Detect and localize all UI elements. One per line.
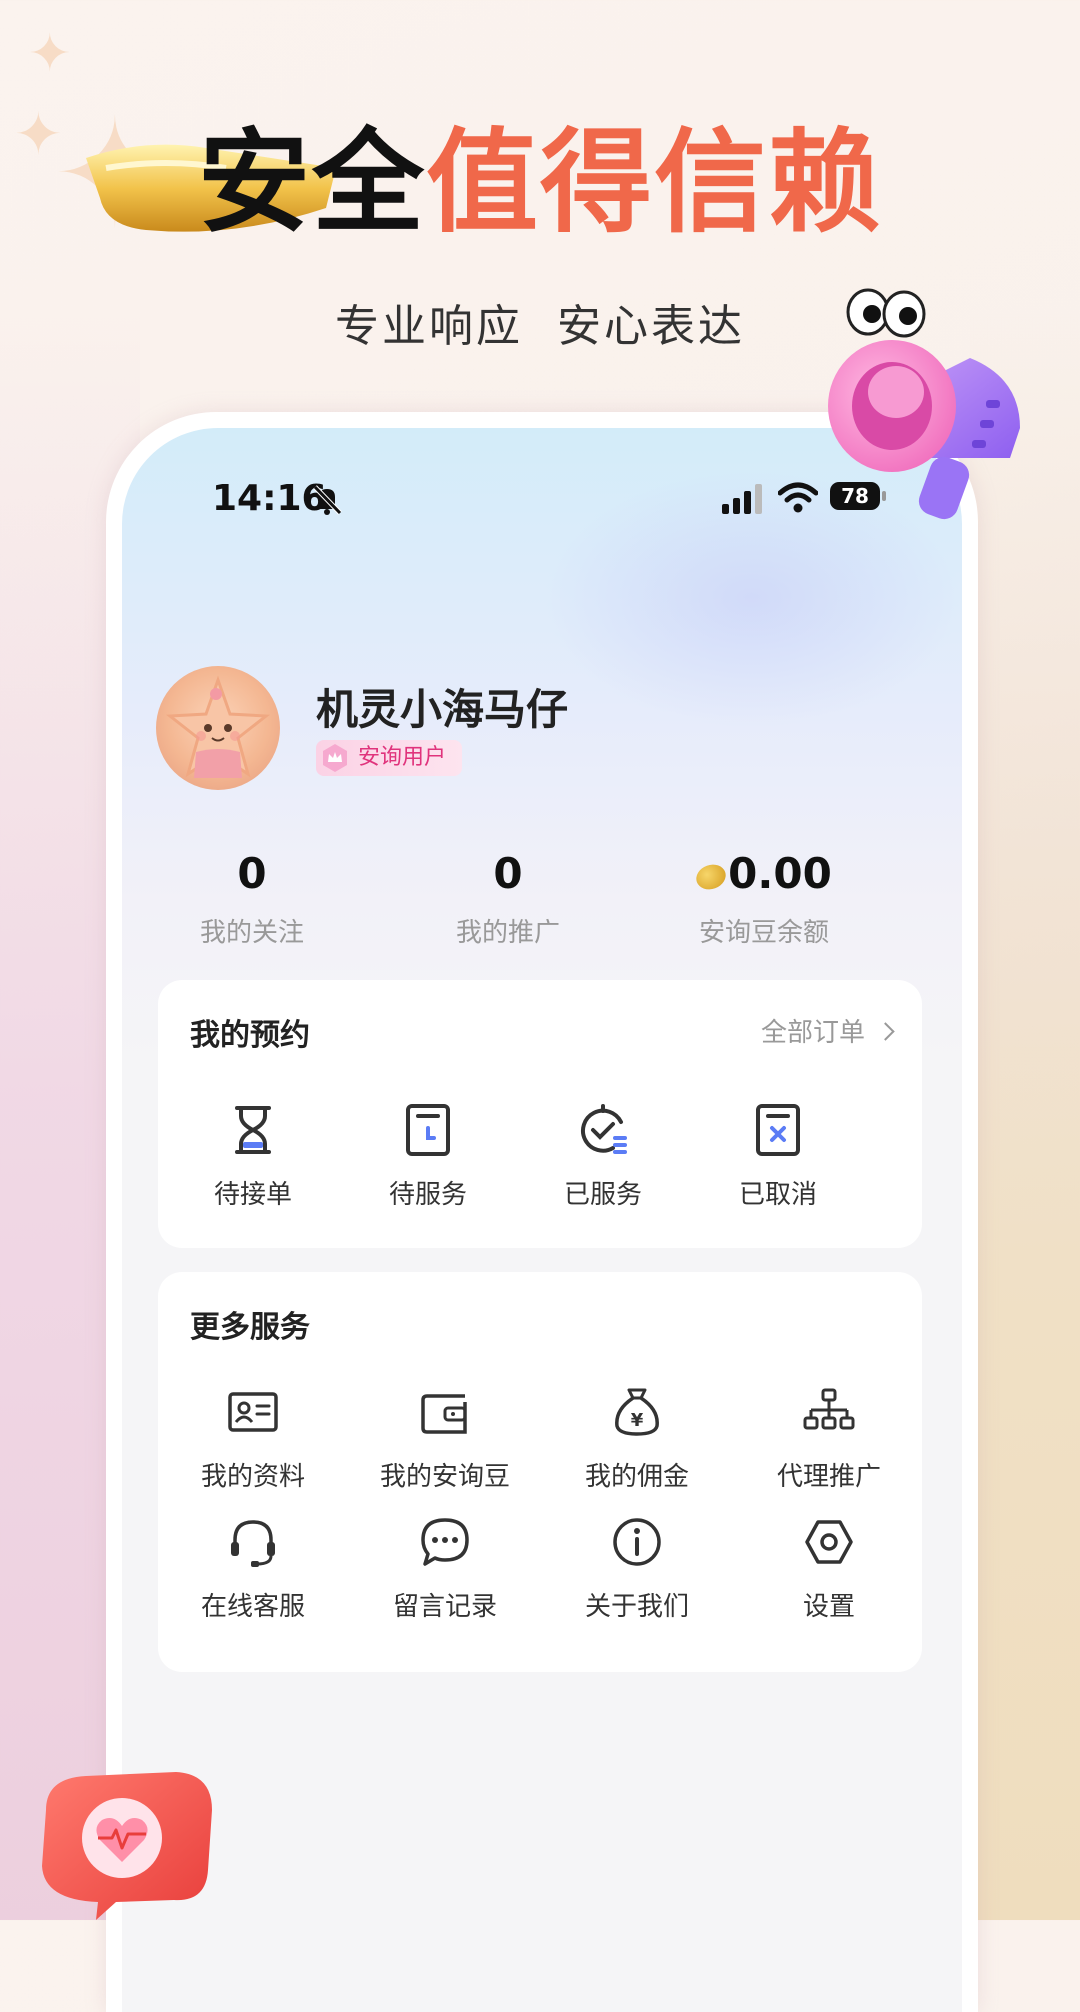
hourglass-icon (235, 1106, 271, 1154)
grid-label: 在线客服 (200, 1592, 305, 1622)
service-message-records[interactable]: 留言记录 (350, 1514, 540, 1623)
appointment-pending-accept[interactable]: 待接单 (158, 1102, 348, 1211)
headset-icon (231, 1520, 275, 1567)
service-online-support[interactable]: 在线客服 (158, 1514, 348, 1623)
stat-bean-balance[interactable]: 0.00 安询豆余额 (634, 848, 894, 949)
service-my-beans[interactable]: 我的安询豆 (350, 1384, 540, 1493)
chat-bubble-icon (421, 1518, 469, 1566)
stat-value: 0 (237, 849, 267, 898)
grid-label: 关于我们 (584, 1592, 689, 1622)
appointment-served[interactable]: 已服务 (508, 1102, 698, 1211)
pending-clipboard-icon (406, 1104, 450, 1156)
org-chart-icon (803, 1388, 855, 1430)
sparkle-icon: ✦ (28, 24, 72, 84)
appointments-title: 我的预约 (190, 1018, 310, 1053)
avatar[interactable] (156, 666, 280, 790)
crown-icon (323, 744, 347, 772)
appointment-cancelled[interactable]: 已取消 (683, 1102, 873, 1211)
username: 机灵小海马仔 (316, 685, 569, 734)
appointments-card: 我的预约 全部订单 待接单 待服务 已服务 已取消 (158, 980, 922, 1248)
money-bag-icon: ¥ (615, 1388, 659, 1436)
stat-following[interactable]: 0 我的关注 (122, 848, 382, 949)
service-my-profile[interactable]: 我的资料 (158, 1384, 348, 1493)
grid-label: 我的安询豆 (379, 1462, 510, 1492)
phone-mockup: 14:16 78 机灵小海马仔 安询用户 0 我的关注 0 我的推广 0.00 … (106, 412, 978, 2012)
svg-text:¥: ¥ (631, 1410, 644, 1431)
headline-orange-text: 值得信赖 (426, 118, 882, 248)
gold-bean-icon (692, 860, 730, 893)
promo-headline: 安全值得信赖 (0, 118, 1080, 248)
app-screen: 14:16 78 机灵小海马仔 安询用户 0 我的关注 0 我的推广 0.00 … (122, 428, 962, 2012)
badge-label: 安询用户 (358, 745, 447, 770)
stat-label: 我的关注 (199, 918, 304, 948)
service-agent-promotion[interactable]: 代理推广 (734, 1384, 924, 1493)
settings-hexagon-icon (805, 1520, 853, 1564)
muted-bell-icon (313, 485, 342, 515)
more-services-card: 更多服务 我的资料 我的安询豆 ¥ 我的佣金 代理推广 在线客服 留言记录 关于… (158, 1272, 922, 1672)
service-settings[interactable]: 设置 (734, 1514, 924, 1623)
grid-label: 待接单 (213, 1180, 292, 1210)
stat-promotion[interactable]: 0 我的推广 (378, 848, 638, 949)
grid-label: 待服务 (388, 1180, 467, 1210)
grid-label: 已服务 (563, 1180, 642, 1210)
wifi-icon (778, 482, 818, 513)
grid-label: 代理推广 (776, 1462, 881, 1492)
grid-label: 已取消 (738, 1180, 817, 1210)
service-about-us[interactable]: 关于我们 (542, 1514, 732, 1623)
heart-chat-bubble-icon (42, 1772, 212, 1920)
all-orders-link[interactable]: 全部订单 (761, 1012, 895, 1049)
megaphone-mascot-icon (828, 288, 1020, 520)
stat-value: 0 (493, 849, 523, 898)
headline-black-text: 安全 (198, 118, 426, 248)
cancelled-clipboard-icon (756, 1104, 800, 1156)
stat-value: 0.00 (728, 849, 832, 898)
chevron-right-icon (876, 1022, 895, 1041)
grid-label: 我的资料 (200, 1462, 305, 1492)
stat-label: 安询豆余额 (698, 918, 829, 948)
signal-icon (722, 484, 762, 514)
stat-label: 我的推广 (455, 918, 560, 948)
grid-label: 留言记录 (392, 1592, 497, 1622)
starfish-mascot-icon (165, 675, 271, 778)
promo-background-right (970, 300, 1080, 1920)
id-card-icon (228, 1392, 278, 1432)
wallet-icon (421, 1394, 467, 1434)
user-role-badge: 安询用户 (316, 740, 462, 776)
service-my-commission[interactable]: ¥ 我的佣金 (542, 1384, 732, 1493)
grid-label: 我的佣金 (584, 1462, 689, 1492)
grid-label: 设置 (802, 1592, 855, 1622)
info-icon (613, 1518, 661, 1566)
served-check-icon (581, 1104, 627, 1154)
more-services-title: 更多服务 (190, 1310, 310, 1345)
stats-row: 0 我的关注 0 我的推广 0.00 安询豆余额 (122, 848, 962, 958)
appointment-pending-service[interactable]: 待服务 (333, 1102, 523, 1211)
